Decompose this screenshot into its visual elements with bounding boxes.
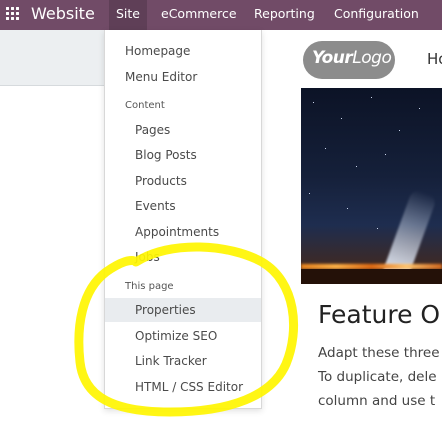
menu-item-properties[interactable]: Properties xyxy=(105,298,261,322)
feature-heading: Feature O xyxy=(318,300,441,329)
menu-item-menu-editor[interactable]: Menu Editor xyxy=(105,65,261,89)
menu-item-appointments[interactable]: Appointments xyxy=(105,220,261,244)
menu-item-products[interactable]: Products xyxy=(105,169,261,193)
menu-item-link-tracker[interactable]: Link Tracker xyxy=(105,349,261,373)
apps-grid-icon[interactable] xyxy=(6,7,20,21)
menu-item-html-css-editor[interactable]: HTML / CSS Editor xyxy=(105,375,261,399)
section-header-content: Content xyxy=(125,100,165,111)
ground xyxy=(301,269,442,284)
app-name[interactable]: Website xyxy=(31,4,95,23)
feature-text-line: column and use t xyxy=(318,393,436,409)
menu-item-pages[interactable]: Pages xyxy=(105,118,261,142)
feature-text-line: To duplicate, dele xyxy=(318,369,437,385)
menu-ecommerce[interactable]: eCommerce xyxy=(154,0,244,30)
menu-item-homepage[interactable]: Homepage xyxy=(105,39,261,63)
menu-site[interactable]: Site xyxy=(109,0,147,30)
logo-strong-text: Your xyxy=(312,48,353,68)
menu-configuration[interactable]: Configuration xyxy=(327,0,426,30)
divider xyxy=(0,85,104,86)
menu-reporting[interactable]: Reporting xyxy=(247,0,322,30)
page-left-area xyxy=(0,30,104,85)
hero-image xyxy=(301,88,442,284)
website-logo[interactable]: YourLogo xyxy=(303,41,395,79)
menu-item-jobs[interactable]: Jobs xyxy=(105,245,261,269)
website-nav-home[interactable]: Ho xyxy=(427,50,442,68)
feature-text-line: Adapt these three xyxy=(318,345,440,361)
logo-light-text: Logo xyxy=(352,48,392,68)
site-dropdown-menu: Homepage Menu Editor Content Pages Blog … xyxy=(104,30,262,409)
top-navbar: Website Site eCommerce Reporting Configu… xyxy=(0,0,442,30)
menu-item-events[interactable]: Events xyxy=(105,194,261,218)
menu-item-blog-posts[interactable]: Blog Posts xyxy=(105,143,261,167)
section-header-this-page: This page xyxy=(125,281,174,292)
menu-item-optimize-seo[interactable]: Optimize SEO xyxy=(105,324,261,348)
